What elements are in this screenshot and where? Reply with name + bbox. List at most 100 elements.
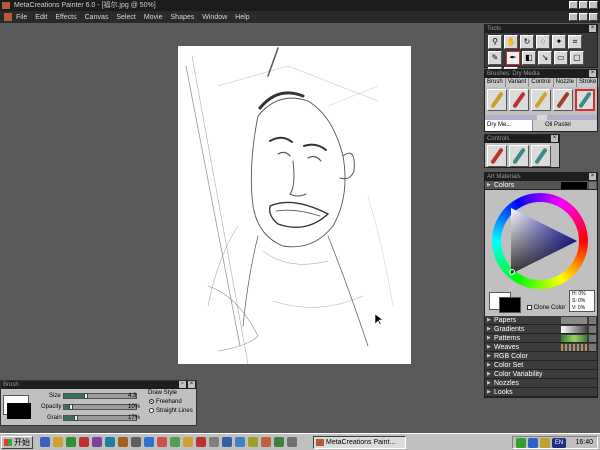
quick-launch-app-1-icon[interactable] bbox=[79, 437, 89, 447]
app-icon[interactable] bbox=[2, 2, 10, 9]
doc-minimize-button[interactable]: _ bbox=[569, 13, 578, 21]
quick-launch-app-7-icon[interactable] bbox=[157, 437, 167, 447]
menu-file[interactable]: File bbox=[16, 14, 27, 21]
quick-launch-app-12-icon[interactable] bbox=[222, 437, 232, 447]
straight-lines-option[interactable]: Straight Lines bbox=[149, 408, 193, 414]
shape-tool-icon[interactable]: ▢ bbox=[569, 51, 584, 65]
quick-launch-app-6-icon[interactable] bbox=[144, 437, 154, 447]
gradients-menu-button[interactable] bbox=[589, 326, 596, 333]
tab-variant[interactable]: Variant bbox=[506, 78, 530, 87]
clone-color-checkbox[interactable] bbox=[527, 305, 532, 310]
lasso-tool-icon[interactable]: ◌ bbox=[536, 35, 550, 49]
recent-brush-2-icon[interactable] bbox=[509, 145, 529, 167]
painter-task-button[interactable]: MetaCreations Paint... bbox=[313, 436, 406, 449]
menu-help[interactable]: Help bbox=[235, 14, 249, 21]
charcoal-brush-icon[interactable] bbox=[553, 89, 573, 111]
quick-launch-app-10-icon[interactable] bbox=[196, 437, 206, 447]
tray-volume-icon[interactable] bbox=[540, 438, 550, 448]
quick-launch-app-4-icon[interactable] bbox=[118, 437, 128, 447]
saturation-value-triangle[interactable] bbox=[501, 202, 579, 280]
maximize-button[interactable]: □ bbox=[579, 1, 588, 9]
color-set-section[interactable]: Color Set bbox=[485, 361, 597, 370]
grain-slider-knob[interactable] bbox=[74, 415, 79, 421]
papers-section[interactable]: Papers bbox=[485, 316, 597, 325]
freehand-option[interactable]: Freehand bbox=[149, 399, 182, 405]
eraser-tool-icon[interactable]: ▭ bbox=[553, 51, 568, 65]
paint-bucket-tool-icon[interactable]: ◧ bbox=[521, 51, 536, 65]
clone-color-option[interactable]: Clone Color bbox=[527, 305, 565, 311]
doc-close-button[interactable]: × bbox=[589, 13, 598, 21]
tools-palette-close-button[interactable]: × bbox=[589, 25, 596, 32]
patterns-section[interactable]: Patterns bbox=[485, 334, 597, 343]
recent-brush-3-icon[interactable] bbox=[531, 145, 551, 167]
magic-wand-tool-icon[interactable]: ✦ bbox=[552, 35, 566, 49]
quick-launch-app-15-icon[interactable] bbox=[261, 437, 271, 447]
brush-tool-icon[interactable]: ✒ bbox=[505, 51, 520, 65]
pencil-brush-icon[interactable] bbox=[487, 89, 507, 111]
quick-launch-app-13-icon[interactable] bbox=[235, 437, 245, 447]
brush-scroll-bar[interactable] bbox=[485, 115, 597, 120]
brush-controls-minimize-button[interactable]: ▫ bbox=[179, 381, 186, 388]
quick-launch-app-16-icon[interactable] bbox=[274, 437, 284, 447]
colors-section-header[interactable]: Colors bbox=[485, 181, 597, 190]
tab-control[interactable]: Control bbox=[529, 78, 554, 87]
weaves-menu-button[interactable] bbox=[589, 344, 596, 351]
primary-color-swatch[interactable] bbox=[499, 297, 521, 313]
crayon-brush-icon[interactable] bbox=[509, 89, 529, 111]
oil-pastel-brush-icon[interactable] bbox=[575, 89, 595, 111]
quick-launch-app-17-icon[interactable] bbox=[287, 437, 297, 447]
quick-launch-app-14-icon[interactable] bbox=[248, 437, 258, 447]
menu-movie[interactable]: Movie bbox=[144, 14, 163, 21]
nozzles-section[interactable]: Nozzles bbox=[485, 379, 597, 388]
size-slider[interactable] bbox=[63, 393, 137, 399]
color-picker-area[interactable]: H: 0% S: 0% V: 0% Clone Color bbox=[485, 190, 597, 316]
magnifier-tool-icon[interactable]: ⚲ bbox=[488, 35, 502, 49]
start-button[interactable]: 开始 bbox=[1, 436, 33, 449]
menu-shapes[interactable]: Shapes bbox=[171, 14, 195, 21]
menu-window[interactable]: Window bbox=[202, 14, 227, 21]
close-button[interactable]: × bbox=[589, 1, 598, 9]
tab-nozzle[interactable]: Nozzle bbox=[554, 78, 577, 87]
tab-brush[interactable]: Brush bbox=[485, 78, 506, 87]
looks-section[interactable]: Looks bbox=[485, 388, 597, 397]
rotate-tool-icon[interactable]: ↻ bbox=[520, 35, 534, 49]
doc-restore-button[interactable]: □ bbox=[579, 13, 588, 21]
minimize-button[interactable]: _ bbox=[569, 1, 578, 9]
internet-explorer-icon[interactable] bbox=[40, 437, 50, 447]
size-slider-knob[interactable] bbox=[83, 393, 88, 399]
quick-launch-app-9-icon[interactable] bbox=[183, 437, 193, 447]
quick-launch-app-8-icon[interactable] bbox=[170, 437, 180, 447]
straight-lines-radio[interactable] bbox=[149, 408, 154, 413]
crop-tool-icon[interactable]: ⌗ bbox=[568, 35, 582, 49]
chalk-brush-icon[interactable] bbox=[531, 89, 551, 111]
art-materials-close-button[interactable]: × bbox=[589, 173, 596, 180]
menu-effects[interactable]: Effects bbox=[55, 14, 76, 21]
hand-tool-icon[interactable]: ✋ bbox=[504, 35, 518, 49]
brush-scroll-thumb[interactable] bbox=[537, 115, 547, 120]
document-icon[interactable] bbox=[4, 13, 12, 21]
quick-launch-app-11-icon[interactable] bbox=[209, 437, 219, 447]
grain-slider[interactable] bbox=[63, 415, 137, 421]
recent-brush-1-icon[interactable] bbox=[487, 145, 507, 167]
menu-edit[interactable]: Edit bbox=[35, 14, 47, 21]
tray-language-indicator[interactable]: EN bbox=[552, 438, 566, 448]
papers-menu-button[interactable] bbox=[589, 317, 596, 324]
patterns-menu-button[interactable] bbox=[589, 335, 596, 342]
rgb-color-section[interactable]: RGB Color bbox=[485, 352, 597, 361]
tray-monitor-icon[interactable] bbox=[528, 438, 538, 448]
menu-select[interactable]: Select bbox=[116, 14, 135, 21]
outlook-express-icon[interactable] bbox=[53, 437, 63, 447]
gradients-section[interactable]: Gradients bbox=[485, 325, 597, 334]
color-variability-section[interactable]: Color Variability bbox=[485, 370, 597, 379]
brush-variant-field[interactable]: Oil Pastel bbox=[533, 120, 571, 131]
dropper-tool-icon[interactable]: ↘ bbox=[537, 51, 552, 65]
menu-canvas[interactable]: Canvas bbox=[85, 14, 109, 21]
desktop-icon[interactable] bbox=[66, 437, 76, 447]
weaves-section[interactable]: Weaves bbox=[485, 343, 597, 352]
brush-category-field[interactable]: Dry Me... bbox=[485, 120, 533, 131]
brush-primary-color[interactable] bbox=[7, 403, 31, 419]
quick-launch-app-3-icon[interactable] bbox=[105, 437, 115, 447]
opacity-slider[interactable] bbox=[63, 404, 137, 410]
quick-launch-app-2-icon[interactable] bbox=[92, 437, 102, 447]
brush-controls-close-button[interactable]: × bbox=[188, 381, 195, 388]
